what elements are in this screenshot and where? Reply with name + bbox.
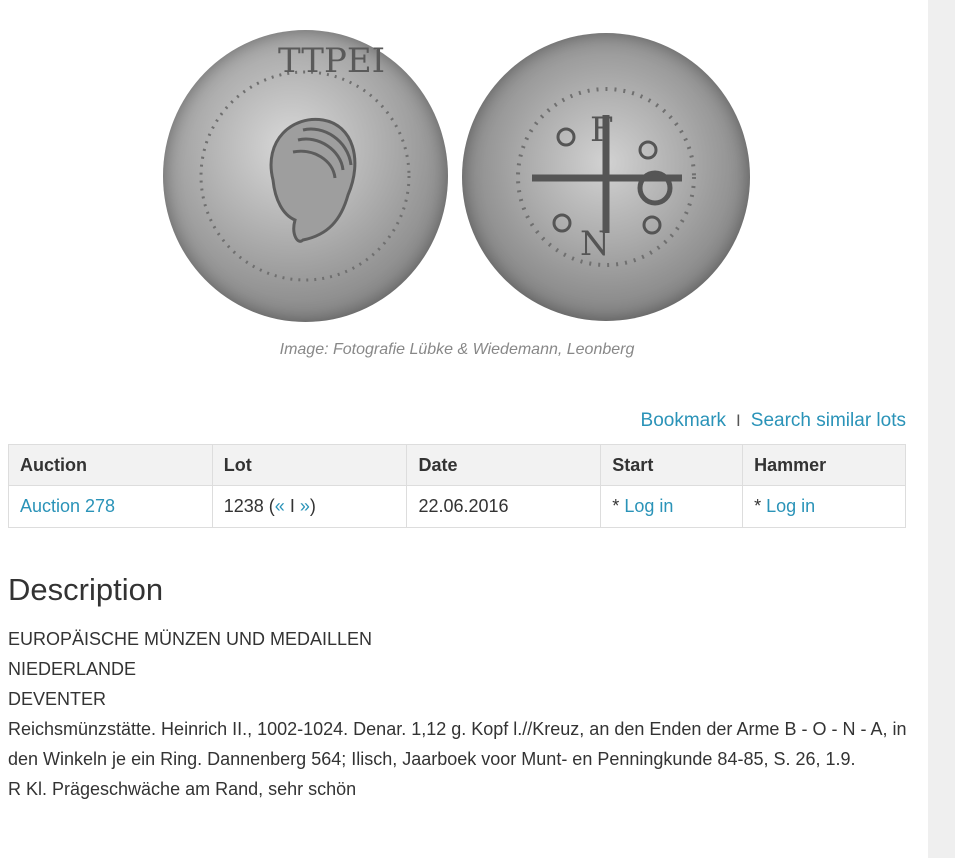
start-login-link[interactable]: Log in <box>624 496 673 516</box>
table-header-row: Auction Lot Date Start Hammer <box>8 444 906 486</box>
column-header-lot: Lot <box>211 444 408 486</box>
actions-separator: I <box>736 411 741 430</box>
svg-text:N: N <box>580 224 610 264</box>
search-similar-link[interactable]: Search similar lots <box>751 410 906 431</box>
hammer-login-link[interactable]: Log in <box>766 496 815 516</box>
date-cell: 22.06.2016 <box>406 485 602 528</box>
table-row: Auction 278 1238 (« I ») 22.06.2016 * Lo… <box>8 485 906 528</box>
bookmark-link[interactable]: Bookmark <box>641 410 727 431</box>
column-header-auction: Auction <box>8 444 213 486</box>
coin-reverse-image: F N <box>462 33 750 321</box>
description-grade: R Kl. Prägeschwäche am Rand, sehr schön <box>8 779 357 799</box>
column-header-date: Date <box>406 444 602 486</box>
lot-number: 1238 <box>223 496 264 516</box>
description-details: Reichsmünzstätte. Heinrich II., 1002-102… <box>8 719 907 769</box>
reverse-relief: F N <box>516 87 696 267</box>
description-text: EUROPÄISCHE MÜNZEN UND MEDAILLEN NIEDERL… <box>8 624 908 804</box>
lot-open-paren: ( <box>263 496 275 516</box>
lot-cell: 1238 (« I ») <box>211 485 408 528</box>
previous-lot-link[interactable]: « <box>275 496 285 516</box>
start-prefix: * <box>612 496 625 516</box>
lot-nav-separator: I <box>284 496 300 516</box>
description-country: NIEDERLANDE <box>8 659 137 679</box>
coin-image[interactable]: TTPEI F N <box>8 0 906 340</box>
image-caption: Image: Fotografie Lübke & Wiedemann, Leo… <box>279 341 635 358</box>
description-heading: Description <box>8 572 164 607</box>
scrollbar-track[interactable] <box>928 0 955 858</box>
start-cell: * Log in <box>600 485 744 528</box>
next-lot-link[interactable]: » <box>300 496 310 516</box>
hammer-cell: * Log in <box>742 485 906 528</box>
obverse-relief: TTPEI <box>199 41 411 282</box>
lot-close-paren: ) <box>309 496 316 516</box>
description-mint: DEVENTER <box>8 689 107 709</box>
auction-cell: Auction 278 <box>8 485 213 528</box>
coin-obverse-image: TTPEI <box>163 30 448 322</box>
lot-info-table: Auction Lot Date Start Hammer Auction 27… <box>8 444 906 528</box>
svg-text:TTPEI: TTPEI <box>278 41 385 81</box>
hammer-prefix: * <box>754 496 767 516</box>
column-header-hammer: Hammer <box>742 444 906 486</box>
lot-actions: Bookmark I Search similar lots <box>641 410 906 432</box>
description-category: EUROPÄISCHE MÜNZEN UND MEDAILLEN <box>8 629 373 649</box>
auction-link[interactable]: Auction 278 <box>20 496 115 516</box>
column-header-start: Start <box>600 444 744 486</box>
svg-text:F: F <box>590 110 614 150</box>
